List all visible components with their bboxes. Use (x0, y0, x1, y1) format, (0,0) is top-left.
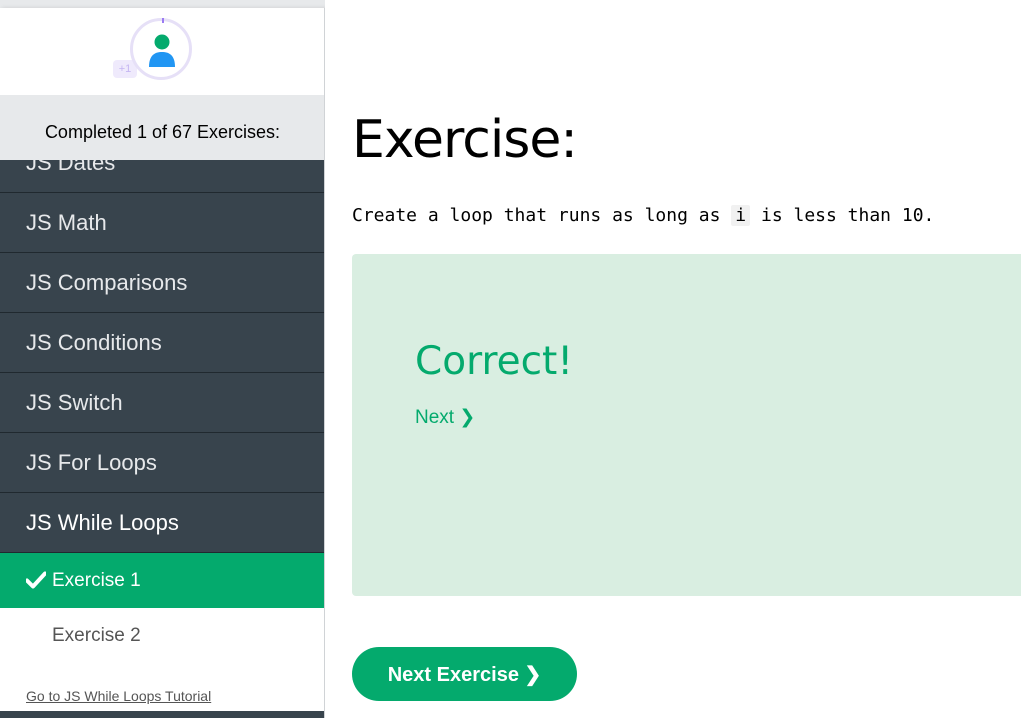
nav-list-visible: JS Dates JS Math JS Comparisons JS Condi… (0, 133, 325, 711)
sidebar-item-label: JS Comparisons (26, 270, 188, 295)
code-token-10: 10 (901, 205, 924, 226)
tutorial-link-row: Go to JS While Loops Tutorial (0, 663, 324, 711)
tutorial-link[interactable]: Go to JS While Loops Tutorial (26, 688, 211, 704)
avatar[interactable] (130, 18, 192, 80)
sidebar-item-js-for-loops[interactable]: JS For Loops (0, 433, 325, 493)
result-title: Correct! (415, 339, 573, 384)
instruction-text: . (923, 205, 935, 226)
user-avatar-icon (149, 34, 175, 67)
next-exercise-button[interactable]: Next Exercise ❯ (352, 647, 577, 701)
sidebar-item-js-switch[interactable]: JS Switch (0, 373, 325, 433)
page-title: Exercise: (352, 110, 578, 170)
profile-box: +1 (0, 8, 324, 95)
sidebar-item-label: JS Switch (26, 390, 123, 415)
sidebar-item-label: JS Math (26, 210, 107, 235)
progress-box-overlay: Completed 1 of 67 Exercises: (0, 95, 325, 160)
exercise-label: Exercise 1 (52, 570, 141, 591)
sidebar-item-label: JS For Loops (26, 450, 157, 475)
exercise-item-1[interactable]: Exercise 1 (0, 553, 324, 608)
sidebar-item-label: JS Conditions (26, 330, 162, 355)
exercise-instruction: Create a loop that runs as long as i is … (352, 205, 934, 226)
sidebar-item-label: JS While Loops (26, 510, 179, 535)
code-token-i: i (731, 205, 751, 226)
sidebar-top-strip (0, 0, 325, 8)
instruction-text: Create a loop that runs as long as (352, 205, 732, 226)
check-icon (26, 571, 46, 589)
sidebar-item-js-comparisons[interactable]: JS Comparisons (0, 253, 325, 313)
progress-tick (162, 18, 164, 23)
exercise-item-2[interactable]: Exercise 2 (0, 608, 324, 663)
progress-text: Completed 1 of 67 Exercises: (44, 122, 281, 142)
sidebar-item-js-while-loops[interactable]: JS While Loops (0, 493, 325, 553)
exercise-label: Exercise 2 (52, 625, 141, 646)
main-content: Exercise: Create a loop that runs as lon… (352, 0, 1021, 718)
sidebar-item-js-conditions[interactable]: JS Conditions (0, 313, 325, 373)
instruction-text: is less than (750, 205, 902, 226)
sidebar: +1 Completed 1 of 67 Exercises: JS Dates… (0, 0, 325, 718)
result-panel: Correct! Next ❯ (352, 254, 1021, 596)
next-link[interactable]: Next ❯ (415, 406, 475, 429)
sidebar-edge (324, 8, 325, 718)
sidebar-item-js-math[interactable]: JS Math (0, 193, 325, 253)
